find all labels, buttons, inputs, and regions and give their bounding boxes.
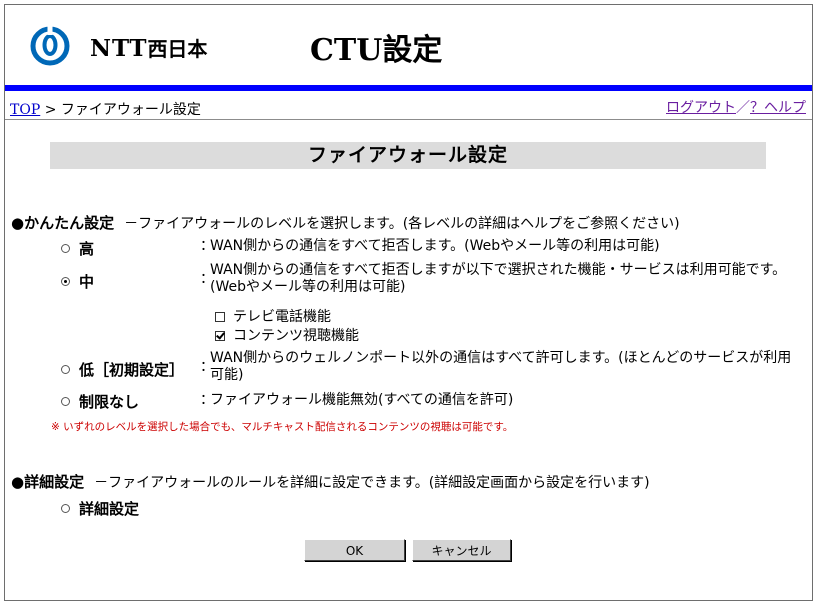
level-unlimited-radio[interactable] — [61, 397, 70, 406]
window-frame: NTT西日本 CTU設定 TOP > ファイアウォール設定 ログアウト／？ヘルプ… — [4, 4, 813, 601]
level-low-label: 低［初期設定］ — [79, 361, 185, 379]
breadcrumb: TOP > ファイアウォール設定 — [10, 99, 201, 119]
simple-settings-description: －ファイアウォールのレベルを選択します。(各レベルの詳細はヘルプをご参照ください… — [124, 216, 680, 232]
simple-settings-heading: ●かんたん設定 －ファイアウォールのレベルを選択します。(各レベルの詳細はヘルプを… — [11, 212, 680, 233]
content-viewing-checkbox-row[interactable]: コンテンツ視聴機能 — [215, 325, 359, 345]
cancel-button[interactable]: キャンセル — [412, 539, 511, 561]
colon: ： — [200, 238, 214, 254]
level-high-text: WAN側からの通信をすべて拒否します。(Webやメール等の利用は可能) — [210, 238, 660, 254]
level-medium-radio[interactable] — [61, 277, 70, 286]
level-medium-option[interactable]: 中 — [61, 271, 94, 292]
level-unlimited-description: ： ファイアウォール機能無効(すべての通信を許可) — [200, 392, 800, 409]
ok-button[interactable]: OK — [304, 539, 405, 561]
level-medium-label: 中 — [79, 273, 95, 291]
level-unlimited-option[interactable]: 制限なし — [61, 391, 139, 412]
nav-row: TOP > ファイアウォール設定 ログアウト／？ヘルプ — [5, 91, 812, 120]
level-high-description: ： WAN側からの通信をすべて拒否します。(Webやメール等の利用は可能) — [200, 238, 800, 255]
breadcrumb-current: ファイアウォール設定 — [60, 102, 201, 118]
brand-logo-text: NTT西日本 — [90, 33, 207, 62]
bullet-icon: ● — [11, 473, 25, 491]
detail-settings-heading: ●詳細設定 －ファイアウォールのルールを詳細に設定できます。(詳細設定画面から設定… — [11, 471, 650, 492]
level-high-radio[interactable] — [61, 244, 70, 253]
bullet-icon: ● — [11, 214, 25, 232]
breadcrumb-top-link[interactable]: TOP — [10, 102, 40, 118]
header: NTT西日本 CTU設定 — [5, 5, 812, 85]
detail-settings-description: －ファイアウォールのルールを詳細に設定できます。(詳細設定画面から設定を行います… — [94, 475, 650, 491]
content-viewing-checkbox[interactable] — [215, 331, 225, 341]
link-separator: ／ — [736, 100, 750, 116]
level-medium-text: WAN側からの通信をすべて拒否しますが以下で選択された機能・サービスは利用可能で… — [210, 262, 787, 295]
level-low-radio[interactable] — [61, 365, 70, 374]
detail-settings-radio[interactable] — [61, 504, 70, 513]
colon: ： — [200, 359, 214, 375]
level-unlimited-text: ファイアウォール機能無効(すべての通信を許可) — [210, 392, 514, 408]
level-medium-description: ： WAN側からの通信をすべて拒否しますが以下で選択された機能・サービスは利用可… — [200, 262, 805, 296]
level-high-label: 高 — [79, 240, 95, 258]
simple-settings-label: かんたん設定 — [24, 214, 115, 232]
tv-phone-label: テレビ電話機能 — [233, 309, 331, 325]
top-links: ログアウト／？ヘルプ — [666, 97, 806, 117]
detail-settings-option-label: 詳細設定 — [79, 500, 140, 518]
tv-phone-checkbox[interactable] — [215, 312, 225, 322]
multicast-note: ※ いずれのレベルを選択した場合でも、マルチキャスト配信されるコンテンツの視聴は… — [51, 421, 514, 433]
app-title: CTU設定 — [310, 33, 443, 68]
level-low-description: ： WAN側からのウェルノンポート以外の通信はすべて許可します。(ほとんどのサー… — [200, 350, 805, 384]
level-low-option[interactable]: 低［初期設定］ — [61, 359, 184, 380]
breadcrumb-separator: > — [40, 102, 61, 118]
brand-latin: NTT — [90, 35, 148, 62]
colon: ： — [200, 271, 214, 287]
brand-ja: 西日本 — [147, 37, 208, 61]
logout-link[interactable]: ログアウト — [666, 100, 736, 116]
level-unlimited-label: 制限なし — [79, 393, 140, 411]
ntt-logo-icon — [30, 26, 70, 66]
help-link[interactable]: ？ヘルプ — [750, 100, 806, 116]
tv-phone-checkbox-row[interactable]: テレビ電話機能 — [215, 306, 331, 326]
page-title: ファイアウォール設定 — [50, 142, 766, 169]
detail-settings-label: 詳細設定 — [24, 473, 85, 491]
colon: ： — [200, 392, 214, 408]
detail-settings-option[interactable]: 詳細設定 — [61, 498, 139, 519]
level-high-option[interactable]: 高 — [61, 238, 94, 259]
level-low-text: WAN側からのウェルノンポート以外の通信はすべて許可します。(ほとんどのサービス… — [210, 350, 792, 383]
content-viewing-label: コンテンツ視聴機能 — [233, 328, 359, 344]
